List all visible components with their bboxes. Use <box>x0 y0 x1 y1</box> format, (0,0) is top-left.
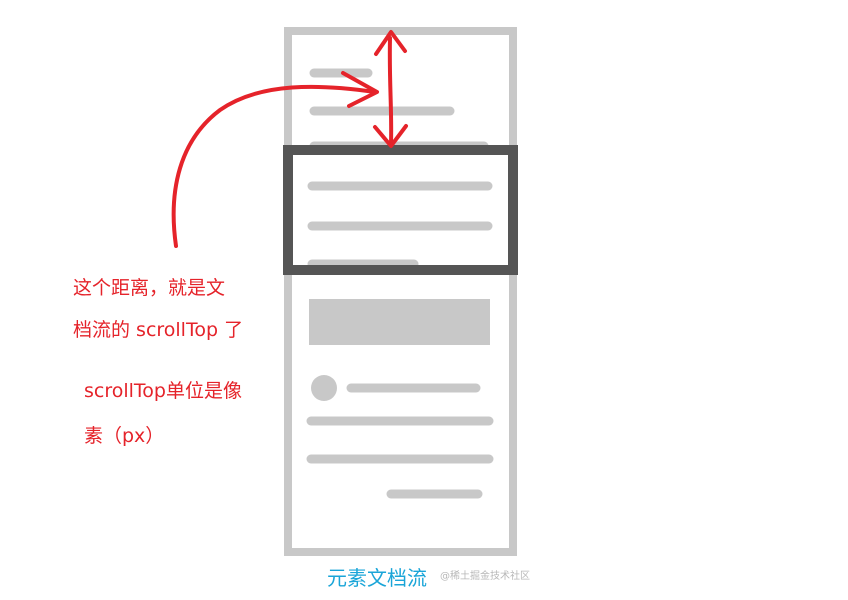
unit-note-line-2: 素（px） <box>84 425 165 447</box>
viewport-frame <box>283 145 518 275</box>
placeholder-block <box>309 299 490 345</box>
placeholder-avatar <box>311 375 337 401</box>
double-arrow-icon <box>373 30 408 148</box>
scrolltop-annotation-line-2: 档流的 scrollTop 了 <box>73 319 244 341</box>
unit-note-line-1: scrollTop单位是像 <box>84 380 242 402</box>
watermark: @稀土掘金技术社区 <box>440 571 530 582</box>
curved-arrow-icon <box>171 71 379 248</box>
diagram-caption: 元素文档流 <box>327 566 427 590</box>
scrolltop-annotation-line-1: 这个距离，就是文 <box>73 277 226 299</box>
